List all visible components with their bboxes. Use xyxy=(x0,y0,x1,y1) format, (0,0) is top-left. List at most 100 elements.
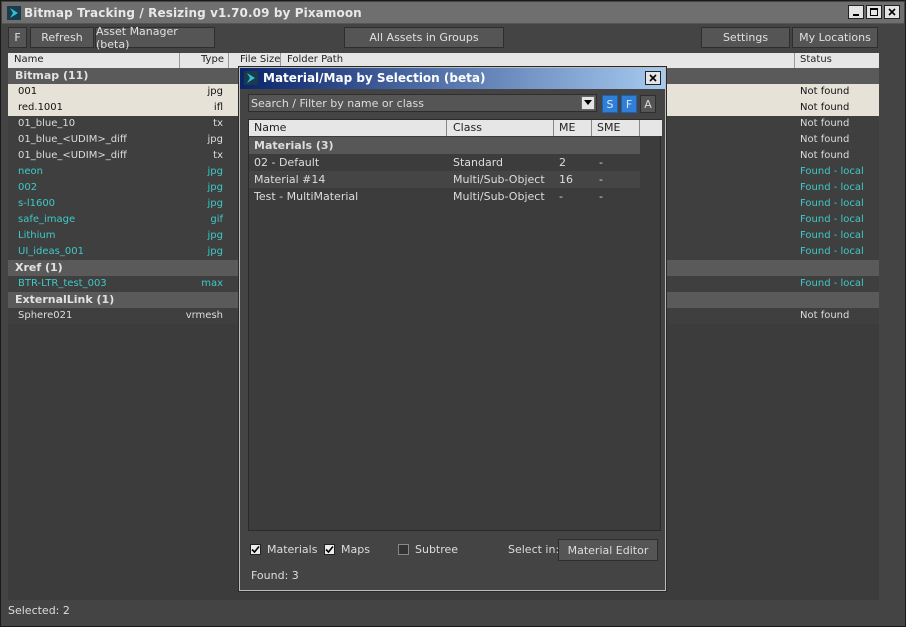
subtree-checkbox-label[interactable]: Subtree xyxy=(415,543,458,556)
checkmark-icon xyxy=(251,545,260,554)
checkmark-icon xyxy=(325,545,334,554)
f-button[interactable]: F xyxy=(8,27,27,48)
asset-name: 002 xyxy=(18,182,38,193)
asset-name: BTR-LTR_test_003 xyxy=(18,278,107,289)
vertical-scrollbar[interactable] xyxy=(879,53,897,600)
filter-s-toggle[interactable]: S xyxy=(602,95,618,113)
column-divider[interactable] xyxy=(228,53,229,68)
asset-name: safe_image xyxy=(18,214,76,225)
col-sme[interactable]: SME xyxy=(597,121,620,134)
col-folder-path[interactable]: Folder Path xyxy=(287,54,343,65)
maps-checkbox[interactable] xyxy=(324,544,335,555)
col-file-size[interactable]: File Size xyxy=(240,54,280,65)
window-title: Bitmap Tracking / Resizing v1.70.09 by P… xyxy=(24,6,362,20)
material-class: Multi/Sub-Object xyxy=(453,190,545,203)
app-logo-icon xyxy=(244,71,258,85)
col-me[interactable]: ME xyxy=(559,121,575,134)
search-combobox[interactable] xyxy=(248,94,597,112)
col-type[interactable]: Type xyxy=(201,54,224,65)
filter-a-toggle[interactable]: A xyxy=(640,95,656,113)
asset-status: Found - local xyxy=(800,230,864,241)
asset-name: neon xyxy=(18,166,43,177)
asset-type: jpg xyxy=(207,230,223,241)
asset-type: tx xyxy=(213,150,223,161)
asset-name: 01_blue_<UDIM>_diff xyxy=(18,134,127,145)
asset-name: 01_blue_<UDIM>_diff xyxy=(18,150,127,161)
asset-status: Not found xyxy=(800,150,850,161)
material-name: Test - MultiMaterial xyxy=(254,190,359,203)
maps-checkbox-label[interactable]: Maps xyxy=(341,543,370,556)
asset-type: jpg xyxy=(207,134,223,145)
asset-status: Found - local xyxy=(800,182,864,193)
group-label: Xref (1) xyxy=(15,261,63,274)
asset-name: UI_ideas_001 xyxy=(18,246,84,257)
toolbar: F Refresh Asset Manager (beta) All Asset… xyxy=(8,25,898,51)
materials-table[interactable]: Name Class ME SME Materials (3) 02 - Def… xyxy=(248,119,662,531)
asset-status: Found - local xyxy=(800,246,864,257)
asset-type: jpg xyxy=(207,246,223,257)
search-input[interactable] xyxy=(251,96,579,110)
material-class: Multi/Sub-Object xyxy=(453,173,545,186)
maximize-button[interactable] xyxy=(866,5,882,19)
asset-status: Found - local xyxy=(800,214,864,225)
column-divider[interactable] xyxy=(280,53,281,68)
column-divider[interactable] xyxy=(639,120,640,136)
column-header: Name Type File Size Folder Path Status xyxy=(8,53,879,68)
column-divider[interactable] xyxy=(179,53,180,68)
dropdown-arrow-icon xyxy=(584,100,592,105)
list-item[interactable]: Material #14 Multi/Sub-Object 16 - xyxy=(249,171,640,188)
asset-status: Not found xyxy=(800,118,850,129)
asset-type: ifl xyxy=(213,102,223,113)
material-class: Standard xyxy=(453,156,504,169)
material-me: - xyxy=(559,190,563,203)
settings-button[interactable]: Settings xyxy=(701,27,790,48)
material-sme: - xyxy=(599,190,603,203)
minimize-button[interactable] xyxy=(848,5,864,19)
asset-manager-button[interactable]: Asset Manager (beta) xyxy=(95,25,215,51)
col-name[interactable]: Name xyxy=(254,121,286,134)
materials-group-header[interactable]: Materials (3) xyxy=(249,137,640,154)
asset-status: Found - local xyxy=(800,278,864,289)
subtree-checkbox[interactable] xyxy=(398,544,409,555)
asset-status: Found - local xyxy=(800,166,864,177)
column-divider[interactable] xyxy=(446,120,447,136)
materials-checkbox-label[interactable]: Materials xyxy=(267,543,317,556)
materials-table-header: Name Class ME SME xyxy=(249,120,662,136)
group-label: Bitmap (11) xyxy=(15,69,89,82)
filter-f-toggle[interactable]: F xyxy=(621,95,637,113)
material-sme: - xyxy=(599,173,603,186)
asset-name: red.1001 xyxy=(18,102,64,113)
asset-type: jpg xyxy=(207,166,223,177)
options-bar: Materials Maps Subtree Select in: Materi… xyxy=(240,536,665,566)
asset-type: gif xyxy=(210,214,223,225)
search-dropdown-button[interactable] xyxy=(581,96,595,110)
material-name: Material #14 xyxy=(254,173,326,186)
column-divider[interactable] xyxy=(794,53,795,68)
material-me: 16 xyxy=(559,173,573,186)
column-divider[interactable] xyxy=(591,120,592,136)
select-in-label: Select in: xyxy=(508,543,560,556)
close-button[interactable] xyxy=(884,5,900,19)
col-status[interactable]: Status xyxy=(800,54,832,65)
col-name[interactable]: Name xyxy=(14,54,44,65)
materials-checkbox[interactable] xyxy=(250,544,261,555)
my-locations-button[interactable]: My Locations xyxy=(792,27,878,48)
dialog-title-bar[interactable]: Material/Map by Selection (beta) xyxy=(240,68,665,89)
dialog-title: Material/Map by Selection (beta) xyxy=(263,71,486,85)
list-item[interactable]: 02 - Default Standard 2 - xyxy=(249,154,640,171)
asset-type: vrmesh xyxy=(185,310,223,321)
refresh-button[interactable]: Refresh xyxy=(30,27,94,48)
material-me: 2 xyxy=(559,156,566,169)
column-divider[interactable] xyxy=(553,120,554,136)
dialog-close-button[interactable] xyxy=(645,71,661,85)
asset-name: Lithium xyxy=(18,230,56,241)
asset-status: Not found xyxy=(800,134,850,145)
asset-status: Found - local xyxy=(800,198,864,209)
group-label: Materials (3) xyxy=(254,139,334,152)
asset-status: Not found xyxy=(800,102,850,113)
asset-type: tx xyxy=(213,118,223,129)
all-assets-groups-button[interactable]: All Assets in Groups xyxy=(344,27,504,48)
col-class[interactable]: Class xyxy=(453,121,482,134)
material-editor-button[interactable]: Material Editor xyxy=(558,539,658,561)
list-item[interactable]: Test - MultiMaterial Multi/Sub-Object - … xyxy=(249,188,640,205)
